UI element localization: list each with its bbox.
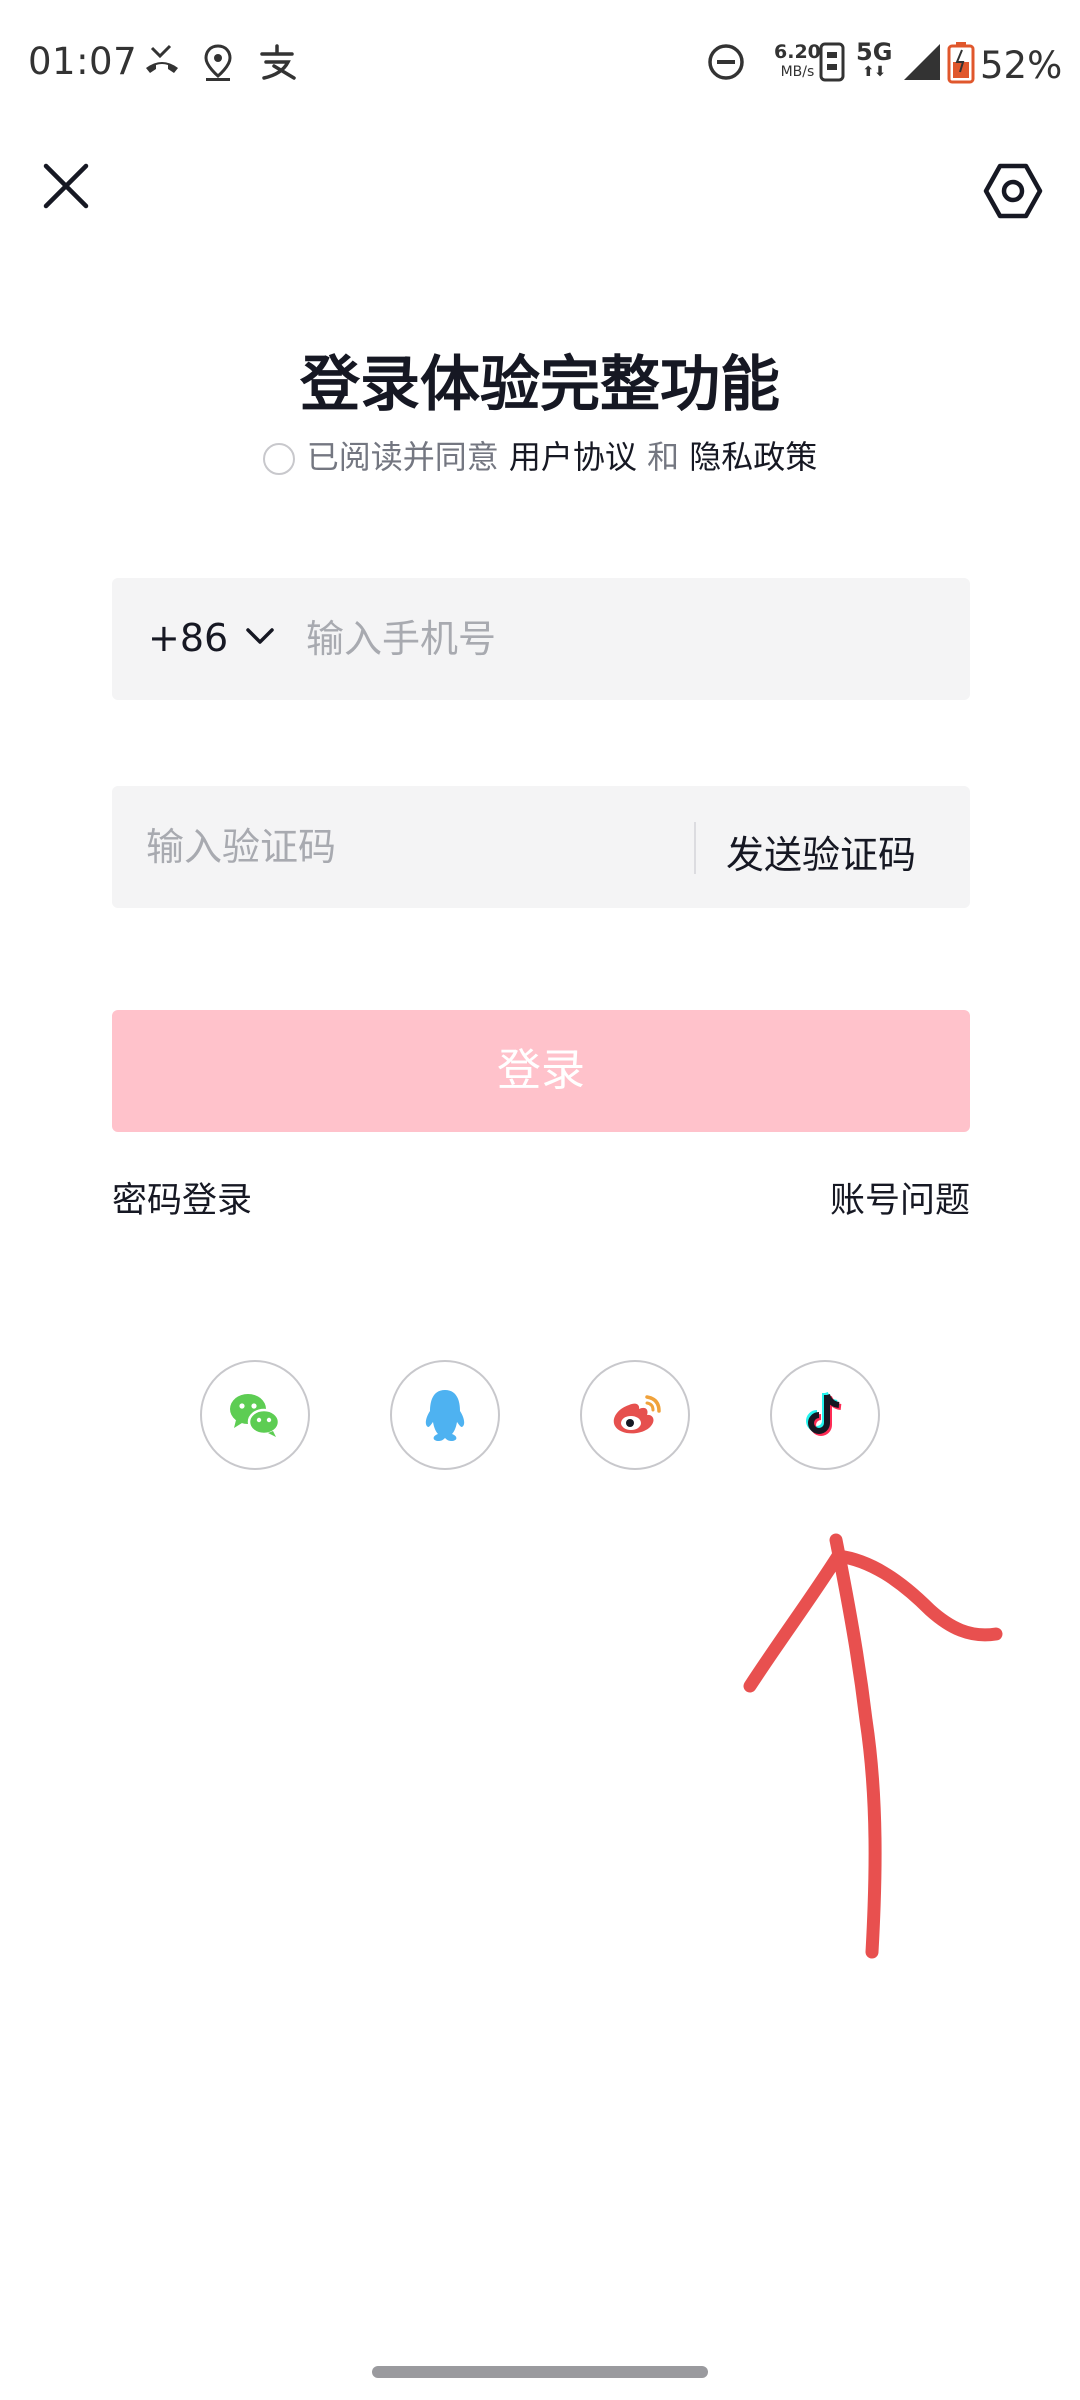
qq-login-button[interactable] bbox=[390, 1360, 500, 1470]
phone-input[interactable] bbox=[306, 578, 926, 700]
weibo-login-button[interactable] bbox=[580, 1360, 690, 1470]
page-title: 登录体验完整功能 bbox=[300, 350, 780, 420]
weibo-icon bbox=[613, 1395, 661, 1434]
country-code[interactable]: +86 bbox=[148, 616, 228, 660]
qq-icon bbox=[425, 1390, 465, 1441]
net-speed: 6.20 MB/s bbox=[774, 41, 821, 80]
home-indicator[interactable] bbox=[372, 2366, 708, 2378]
field-divider bbox=[694, 822, 696, 874]
dnd-icon bbox=[708, 44, 744, 80]
battery-icon bbox=[947, 42, 975, 84]
annotation-arrow bbox=[743, 1533, 1003, 1959]
password-login-link[interactable]: 密码登录 bbox=[112, 1172, 252, 1223]
agreement-and: 和 bbox=[647, 438, 680, 476]
alipay-icon bbox=[260, 44, 296, 80]
send-code-button[interactable]: 发送验证码 bbox=[726, 824, 916, 879]
verification-code-input[interactable] bbox=[146, 786, 766, 908]
user-agreement-link[interactable]: 用户协议 bbox=[509, 438, 637, 476]
privacy-policy-link[interactable]: 隐私政策 bbox=[689, 438, 817, 476]
chevron-down-icon[interactable] bbox=[242, 618, 278, 654]
wechat-login-button[interactable] bbox=[200, 1360, 310, 1470]
agreement-row: 已阅读并同意 用户协议 和 隐私政策 bbox=[0, 432, 1080, 478]
signal-icon bbox=[904, 44, 940, 80]
wechat-icon bbox=[230, 1394, 281, 1437]
phone-field: +86 bbox=[112, 578, 970, 700]
verification-field: 发送验证码 bbox=[112, 786, 970, 908]
close-icon[interactable] bbox=[40, 160, 92, 212]
network-type: 5G ⬆⬇ bbox=[856, 38, 893, 80]
status-time: 01:07 bbox=[28, 40, 138, 83]
agreement-radio[interactable] bbox=[262, 443, 295, 475]
agreement-prefix: 已阅读并同意 bbox=[306, 438, 499, 476]
account-issue-link[interactable]: 账号问题 bbox=[830, 1172, 970, 1223]
login-button[interactable]: 登录 bbox=[112, 1010, 970, 1132]
douyin-icon bbox=[806, 1391, 842, 1436]
missed-call-icon bbox=[146, 44, 178, 73]
douyin-login-button[interactable] bbox=[770, 1360, 880, 1470]
vibrate-icon bbox=[819, 42, 845, 82]
battery-percent: 52% bbox=[980, 44, 1063, 87]
settings-icon[interactable] bbox=[982, 160, 1044, 222]
location-icon bbox=[204, 44, 232, 81]
